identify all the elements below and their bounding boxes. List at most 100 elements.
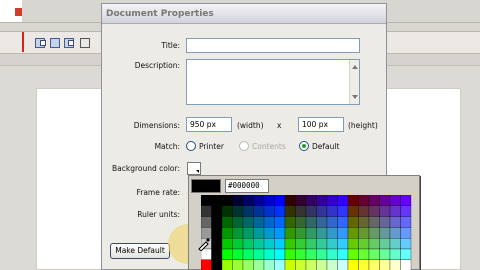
color-swatch[interactable] [211, 238, 223, 250]
width-input[interactable]: 950 px [186, 117, 232, 132]
color-swatch[interactable] [201, 205, 212, 217]
color-swatch[interactable] [305, 216, 317, 228]
color-swatch[interactable] [263, 227, 275, 239]
color-swatch[interactable] [347, 195, 359, 206]
color-swatch[interactable] [368, 238, 380, 250]
color-swatch[interactable] [263, 205, 275, 217]
description-scrollbar[interactable] [349, 60, 359, 104]
onion-outline-icon[interactable] [50, 38, 60, 48]
color-swatch[interactable] [263, 248, 275, 260]
color-swatch[interactable] [263, 238, 275, 250]
color-swatch[interactable] [389, 205, 401, 217]
color-swatch[interactable] [232, 227, 244, 239]
color-swatch[interactable] [337, 248, 349, 260]
color-swatch[interactable] [221, 238, 233, 250]
color-swatch[interactable] [316, 238, 328, 250]
color-swatch[interactable] [358, 195, 370, 206]
color-swatch[interactable] [284, 227, 296, 239]
color-swatch[interactable] [232, 216, 244, 228]
color-swatch[interactable] [379, 248, 391, 260]
color-swatch[interactable] [221, 248, 233, 260]
color-swatch[interactable] [263, 216, 275, 228]
color-swatch[interactable] [201, 259, 212, 270]
color-swatch[interactable] [389, 259, 401, 270]
color-swatch[interactable] [316, 259, 328, 270]
color-swatch[interactable] [211, 248, 223, 260]
playhead-marker[interactable] [22, 32, 24, 52]
color-swatch[interactable] [232, 238, 244, 250]
color-swatch[interactable] [211, 205, 223, 217]
color-swatch[interactable] [232, 195, 244, 206]
color-swatch[interactable] [295, 227, 307, 239]
color-swatch[interactable] [221, 227, 233, 239]
color-swatch[interactable] [400, 195, 412, 206]
color-swatch[interactable] [400, 259, 412, 270]
color-swatch[interactable] [316, 227, 328, 239]
color-swatch[interactable] [347, 227, 359, 239]
color-swatch[interactable] [274, 216, 286, 228]
color-swatch[interactable] [221, 259, 233, 270]
color-swatch[interactable] [316, 205, 328, 217]
color-swatch[interactable] [242, 216, 254, 228]
color-swatch[interactable] [253, 216, 265, 228]
color-swatch[interactable] [253, 227, 265, 239]
color-swatch[interactable] [201, 195, 212, 206]
color-swatch[interactable] [242, 205, 254, 217]
color-swatch[interactable] [242, 238, 254, 250]
color-swatch[interactable] [326, 238, 338, 250]
color-swatch[interactable] [358, 205, 370, 217]
color-swatch[interactable] [368, 195, 380, 206]
color-swatch[interactable] [305, 195, 317, 206]
background-color-swatch[interactable] [187, 162, 201, 175]
color-swatch[interactable] [326, 259, 338, 270]
color-swatch[interactable] [337, 195, 349, 206]
color-swatch[interactable] [400, 227, 412, 239]
color-swatch[interactable] [337, 227, 349, 239]
color-swatch[interactable] [284, 259, 296, 270]
color-swatch[interactable] [263, 259, 275, 270]
color-swatch[interactable] [274, 205, 286, 217]
color-swatch[interactable] [326, 248, 338, 260]
color-swatch[interactable] [389, 195, 401, 206]
color-swatch[interactable] [368, 227, 380, 239]
color-swatch[interactable] [211, 259, 223, 270]
color-swatch[interactable] [263, 195, 275, 206]
color-swatch[interactable] [368, 216, 380, 228]
color-swatch[interactable] [211, 195, 223, 206]
color-swatch[interactable] [295, 248, 307, 260]
color-swatch[interactable] [284, 238, 296, 250]
color-swatch[interactable] [274, 195, 286, 206]
color-swatch[interactable] [253, 205, 265, 217]
color-swatch[interactable] [358, 238, 370, 250]
description-textarea[interactable] [186, 59, 360, 105]
color-swatch[interactable] [284, 216, 296, 228]
color-swatch[interactable] [379, 205, 391, 217]
color-swatch[interactable] [295, 216, 307, 228]
color-swatch[interactable] [221, 205, 233, 217]
color-swatch[interactable] [389, 227, 401, 239]
color-swatch[interactable] [274, 238, 286, 250]
hex-color-input[interactable]: #000000 [225, 179, 269, 193]
color-swatch[interactable] [337, 238, 349, 250]
color-swatch[interactable] [337, 259, 349, 270]
color-swatch[interactable] [295, 205, 307, 217]
color-swatch[interactable] [326, 195, 338, 206]
color-swatch[interactable] [284, 205, 296, 217]
color-swatch[interactable] [368, 259, 380, 270]
title-input[interactable] [186, 38, 360, 53]
color-swatch[interactable] [305, 205, 317, 217]
color-swatch[interactable] [400, 216, 412, 228]
color-swatch[interactable] [242, 227, 254, 239]
color-swatch[interactable] [326, 216, 338, 228]
color-swatch[interactable] [326, 205, 338, 217]
color-swatch[interactable] [316, 248, 328, 260]
scroll-up-icon[interactable] [352, 65, 358, 69]
color-swatch[interactable] [358, 248, 370, 260]
color-swatch[interactable] [347, 238, 359, 250]
color-swatch[interactable] [274, 248, 286, 260]
color-swatch[interactable] [379, 259, 391, 270]
color-swatch[interactable] [242, 259, 254, 270]
color-swatch-grid[interactable] [201, 195, 419, 270]
color-swatch[interactable] [358, 216, 370, 228]
color-swatch[interactable] [274, 259, 286, 270]
